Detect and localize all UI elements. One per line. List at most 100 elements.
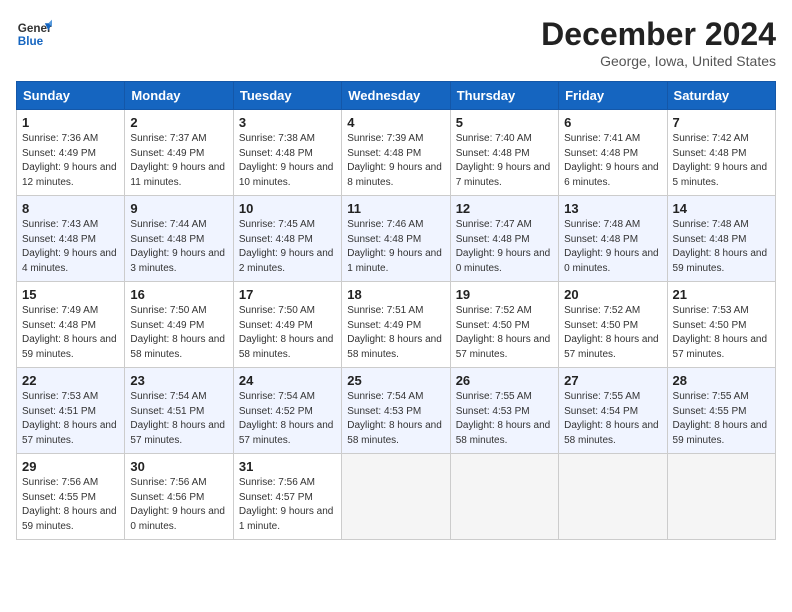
day-number: 5 <box>456 115 553 130</box>
day-info: Sunrise: 7:41 AMSunset: 4:48 PMDaylight:… <box>564 132 661 190</box>
calendar-week-5: 29 Sunrise: 7:56 AMSunset: 4:55 PMDayligh… <box>17 454 776 540</box>
day-info: Sunrise: 7:54 AMSunset: 4:53 PMDaylight:… <box>347 390 444 448</box>
day-cell-14: 14 Sunrise: 7:48 AMSunset: 4:48 PMDayligh… <box>667 196 775 282</box>
day-info: Sunrise: 7:42 AMSunset: 4:48 PMDaylight:… <box>673 132 770 190</box>
day-number: 16 <box>130 287 227 302</box>
day-info: Sunrise: 7:45 AMSunset: 4:48 PMDaylight:… <box>239 218 336 276</box>
day-cell-15: 15 Sunrise: 7:49 AMSunset: 4:48 PMDayligh… <box>17 282 125 368</box>
day-number: 4 <box>347 115 444 130</box>
calendar-week-2: 8 Sunrise: 7:43 AMSunset: 4:48 PMDaylight… <box>17 196 776 282</box>
day-cell-27: 27Sunrise: 7:55 AMSunset: 4:54 PMDayligh… <box>559 368 667 454</box>
day-number: 18 <box>347 287 444 302</box>
day-number: 6 <box>564 115 661 130</box>
day-number: 27 <box>564 373 661 388</box>
calendar-week-4: 22 Sunrise: 7:53 AMSunset: 4:51 PMDayligh… <box>17 368 776 454</box>
day-number: 9 <box>130 201 227 216</box>
calendar-subtitle: George, Iowa, United States <box>541 53 776 69</box>
day-cell-9: 9 Sunrise: 7:44 AMSunset: 4:48 PMDaylight… <box>125 196 233 282</box>
day-info: Sunrise: 7:47 AMSunset: 4:48 PMDaylight:… <box>456 218 553 276</box>
day-info: Sunrise: 7:50 AMSunset: 4:49 PMDaylight:… <box>239 304 336 362</box>
day-cell-18: 18 Sunrise: 7:51 AMSunset: 4:49 PMDayligh… <box>342 282 450 368</box>
day-info: Sunrise: 7:38 AMSunset: 4:48 PMDaylight:… <box>239 132 336 190</box>
day-number: 14 <box>673 201 770 216</box>
page-header: General Blue December 2024 George, Iowa,… <box>16 16 776 69</box>
day-cell-31: 31 Sunrise: 7:56 AMSunset: 4:57 PMDayligh… <box>233 454 341 540</box>
day-number: 11 <box>347 201 444 216</box>
day-cell-3: 3 Sunrise: 7:38 AMSunset: 4:48 PMDaylight… <box>233 110 341 196</box>
day-cell-11: 11Sunrise: 7:46 AMSunset: 4:48 PMDayligh… <box>342 196 450 282</box>
day-info: Sunrise: 7:56 AMSunset: 4:55 PMDaylight:… <box>22 476 119 534</box>
day-number: 12 <box>456 201 553 216</box>
day-number: 29 <box>22 459 119 474</box>
weekday-header-wednesday: Wednesday <box>342 82 450 110</box>
day-cell-24: 24Sunrise: 7:54 AMSunset: 4:52 PMDayligh… <box>233 368 341 454</box>
day-info: Sunrise: 7:48 AMSunset: 4:48 PMDaylight:… <box>564 218 661 276</box>
day-cell-12: 12 Sunrise: 7:47 AMSunset: 4:48 PMDayligh… <box>450 196 558 282</box>
calendar-week-1: 1 Sunrise: 7:36 AMSunset: 4:49 PMDaylight… <box>17 110 776 196</box>
day-number: 15 <box>22 287 119 302</box>
day-info: Sunrise: 7:56 AMSunset: 4:57 PMDaylight:… <box>239 476 336 534</box>
day-info: Sunrise: 7:37 AMSunset: 4:49 PMDaylight:… <box>130 132 227 190</box>
day-info: Sunrise: 7:55 AMSunset: 4:53 PMDaylight:… <box>456 390 553 448</box>
weekday-header-thursday: Thursday <box>450 82 558 110</box>
day-cell-29: 29 Sunrise: 7:56 AMSunset: 4:55 PMDayligh… <box>17 454 125 540</box>
weekday-header-row: SundayMondayTuesdayWednesdayThursdayFrid… <box>17 82 776 110</box>
day-cell-21: 21Sunrise: 7:53 AMSunset: 4:50 PMDayligh… <box>667 282 775 368</box>
day-number: 22 <box>22 373 119 388</box>
calendar-week-3: 15 Sunrise: 7:49 AMSunset: 4:48 PMDayligh… <box>17 282 776 368</box>
day-cell-8: 8 Sunrise: 7:43 AMSunset: 4:48 PMDaylight… <box>17 196 125 282</box>
day-number: 19 <box>456 287 553 302</box>
day-info: Sunrise: 7:53 AMSunset: 4:51 PMDaylight:… <box>22 390 119 448</box>
day-number: 31 <box>239 459 336 474</box>
day-info: Sunrise: 7:44 AMSunset: 4:48 PMDaylight:… <box>130 218 227 276</box>
day-cell-25: 25Sunrise: 7:54 AMSunset: 4:53 PMDayligh… <box>342 368 450 454</box>
calendar-table: SundayMondayTuesdayWednesdayThursdayFrid… <box>16 81 776 540</box>
day-info: Sunrise: 7:40 AMSunset: 4:48 PMDaylight:… <box>456 132 553 190</box>
weekday-header-monday: Monday <box>125 82 233 110</box>
day-number: 2 <box>130 115 227 130</box>
day-number: 7 <box>673 115 770 130</box>
day-info: Sunrise: 7:51 AMSunset: 4:49 PMDaylight:… <box>347 304 444 362</box>
day-number: 23 <box>130 373 227 388</box>
day-cell-2: 2 Sunrise: 7:37 AMSunset: 4:49 PMDaylight… <box>125 110 233 196</box>
empty-day-cell <box>667 454 775 540</box>
svg-text:Blue: Blue <box>18 35 44 48</box>
day-number: 1 <box>22 115 119 130</box>
day-info: Sunrise: 7:50 AMSunset: 4:49 PMDaylight:… <box>130 304 227 362</box>
day-info: Sunrise: 7:55 AMSunset: 4:55 PMDaylight:… <box>673 390 770 448</box>
day-cell-17: 17Sunrise: 7:50 AMSunset: 4:49 PMDayligh… <box>233 282 341 368</box>
empty-day-cell <box>559 454 667 540</box>
day-info: Sunrise: 7:36 AMSunset: 4:49 PMDaylight:… <box>22 132 119 190</box>
day-info: Sunrise: 7:52 AMSunset: 4:50 PMDaylight:… <box>456 304 553 362</box>
day-info: Sunrise: 7:48 AMSunset: 4:48 PMDaylight:… <box>673 218 770 276</box>
calendar-title-area: December 2024 George, Iowa, United State… <box>541 16 776 69</box>
day-cell-10: 10 Sunrise: 7:45 AMSunset: 4:48 PMDayligh… <box>233 196 341 282</box>
day-number: 30 <box>130 459 227 474</box>
day-cell-26: 26Sunrise: 7:55 AMSunset: 4:53 PMDayligh… <box>450 368 558 454</box>
weekday-header-friday: Friday <box>559 82 667 110</box>
day-info: Sunrise: 7:52 AMSunset: 4:50 PMDaylight:… <box>564 304 661 362</box>
day-info: Sunrise: 7:53 AMSunset: 4:50 PMDaylight:… <box>673 304 770 362</box>
day-cell-7: 7 Sunrise: 7:42 AMSunset: 4:48 PMDaylight… <box>667 110 775 196</box>
day-number: 3 <box>239 115 336 130</box>
day-cell-19: 19 Sunrise: 7:52 AMSunset: 4:50 PMDayligh… <box>450 282 558 368</box>
logo: General Blue <box>16 16 52 52</box>
calendar-title: December 2024 <box>541 16 776 53</box>
day-cell-1: 1 Sunrise: 7:36 AMSunset: 4:49 PMDaylight… <box>17 110 125 196</box>
day-info: Sunrise: 7:39 AMSunset: 4:48 PMDaylight:… <box>347 132 444 190</box>
day-number: 20 <box>564 287 661 302</box>
day-cell-4: 4 Sunrise: 7:39 AMSunset: 4:48 PMDaylight… <box>342 110 450 196</box>
day-info: Sunrise: 7:43 AMSunset: 4:48 PMDaylight:… <box>22 218 119 276</box>
day-info: Sunrise: 7:49 AMSunset: 4:48 PMDaylight:… <box>22 304 119 362</box>
day-info: Sunrise: 7:54 AMSunset: 4:52 PMDaylight:… <box>239 390 336 448</box>
day-number: 10 <box>239 201 336 216</box>
day-cell-22: 22 Sunrise: 7:53 AMSunset: 4:51 PMDayligh… <box>17 368 125 454</box>
day-cell-30: 30Sunrise: 7:56 AMSunset: 4:56 PMDayligh… <box>125 454 233 540</box>
weekday-header-saturday: Saturday <box>667 82 775 110</box>
day-cell-5: 5 Sunrise: 7:40 AMSunset: 4:48 PMDaylight… <box>450 110 558 196</box>
day-number: 28 <box>673 373 770 388</box>
day-number: 13 <box>564 201 661 216</box>
day-number: 8 <box>22 201 119 216</box>
empty-day-cell <box>342 454 450 540</box>
day-cell-16: 16 Sunrise: 7:50 AMSunset: 4:49 PMDayligh… <box>125 282 233 368</box>
